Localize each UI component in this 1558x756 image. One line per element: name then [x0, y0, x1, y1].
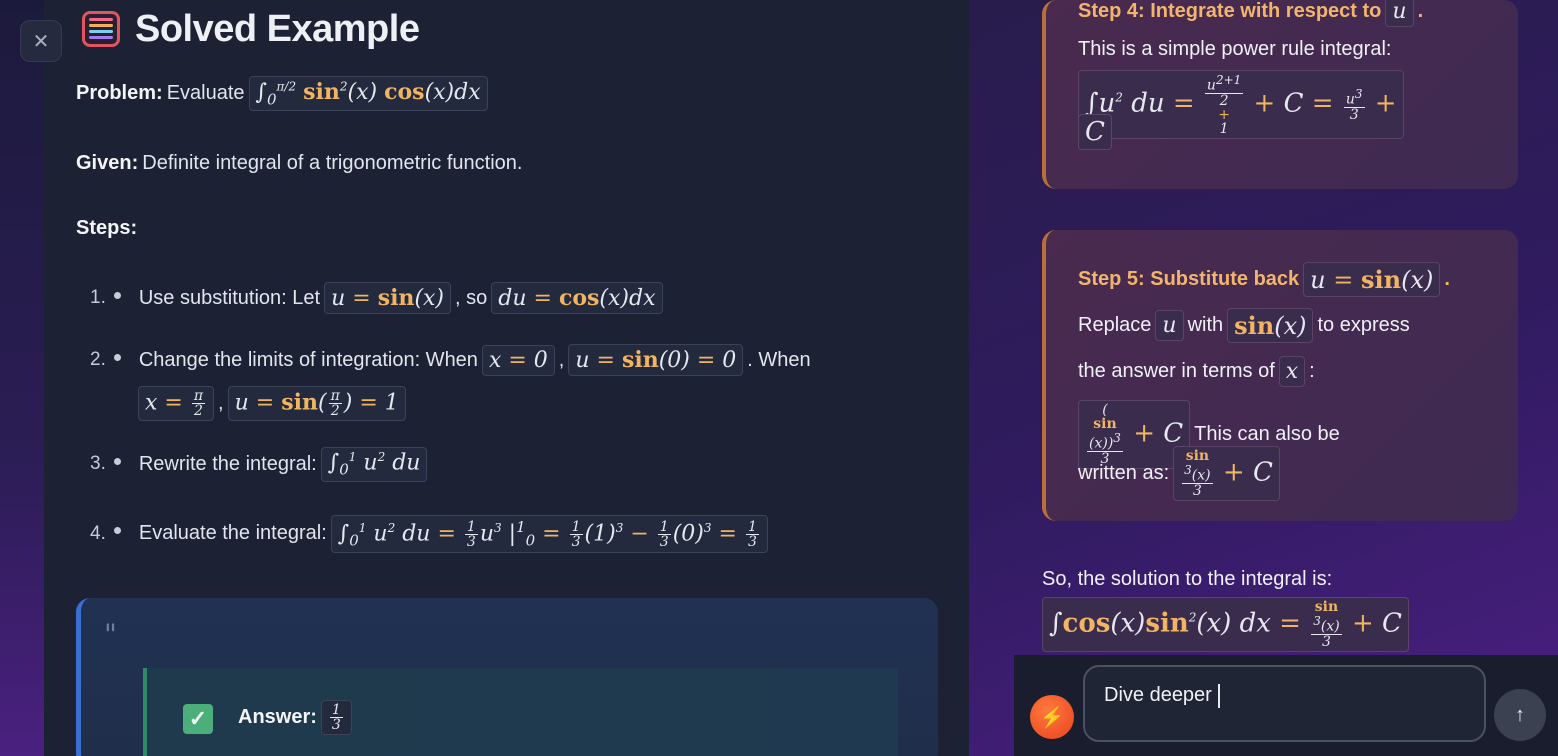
arrow-up-icon: ↑ — [1515, 703, 1525, 726]
formula: u = sin(π 2) = 1 — [227, 386, 406, 421]
formula: u = sin(0) = 0 — [568, 344, 744, 376]
list-item: 3. Rewrite the integral: ∫01 u2 du — [90, 447, 428, 482]
close-icon: ✕ — [32, 30, 50, 53]
text-caret — [1218, 684, 1220, 708]
formula: sin 3(x) 3 + C — [1173, 446, 1280, 501]
left-backdrop — [0, 0, 44, 756]
abacus-icon — [82, 11, 120, 47]
quote-icon: " — [104, 618, 117, 651]
formula: ∫01 u2 du — [320, 447, 428, 482]
formula: x = π2 — [138, 386, 215, 421]
bolt-button[interactable]: ⚡ — [1030, 695, 1074, 739]
formula: u = sin(x) — [324, 282, 452, 314]
chat-input-value[interactable]: Dive deeper — [1104, 684, 1212, 707]
solution-text: So, the solution to the integral is: — [1042, 568, 1333, 590]
solution-formula: ∫cos(x)sin2(x) dx = sin 3(x) 3 + C — [1042, 597, 1409, 652]
answer-label: Answer: — [238, 706, 317, 728]
step-5-heading: Step 5: Substitute back — [1078, 268, 1300, 290]
problem-text: Evaluate — [166, 82, 245, 105]
list-item: 2. Change the limits of integration: Whe… — [90, 344, 811, 376]
formula: ∫u2 du = u2+1 2 +1 + C = u3 3 + — [1078, 70, 1404, 139]
given-text: Definite integral of a trigonometric fun… — [142, 152, 523, 174]
send-button[interactable]: ↑ — [1494, 689, 1546, 741]
bolt-icon: ⚡ — [1039, 706, 1065, 729]
check-icon: ✓ — [183, 704, 213, 734]
formula: du = cos(x)dx — [491, 282, 663, 314]
list-item: 1. Use substitution: Let u = sin(x) , so… — [90, 282, 663, 314]
step-4-text: This is a simple power rule integral: — [1078, 38, 1392, 60]
list-item: 4. Evaluate the integral: ∫01 u2 du = 13… — [90, 515, 768, 553]
page-title: Solved Example — [135, 8, 420, 50]
steps-label: Steps: — [76, 217, 138, 239]
problem-formula: ∫0π/2 sin2(x) cos(x)dx — [248, 76, 488, 112]
given-label: Given: — [76, 152, 139, 174]
close-button[interactable]: ✕ — [20, 20, 62, 62]
formula: ∫01 u2 du = 1 3 u3 |10 = 1 3 (1)3 − 1 3 (0)3 =… — [330, 515, 768, 553]
formula: x = 0 — [481, 344, 555, 376]
problem-label: Problem: — [76, 82, 163, 105]
answer-formula: 13 — [320, 700, 352, 735]
step-4-heading: Step 4: Integrate with respect to — [1078, 0, 1382, 22]
